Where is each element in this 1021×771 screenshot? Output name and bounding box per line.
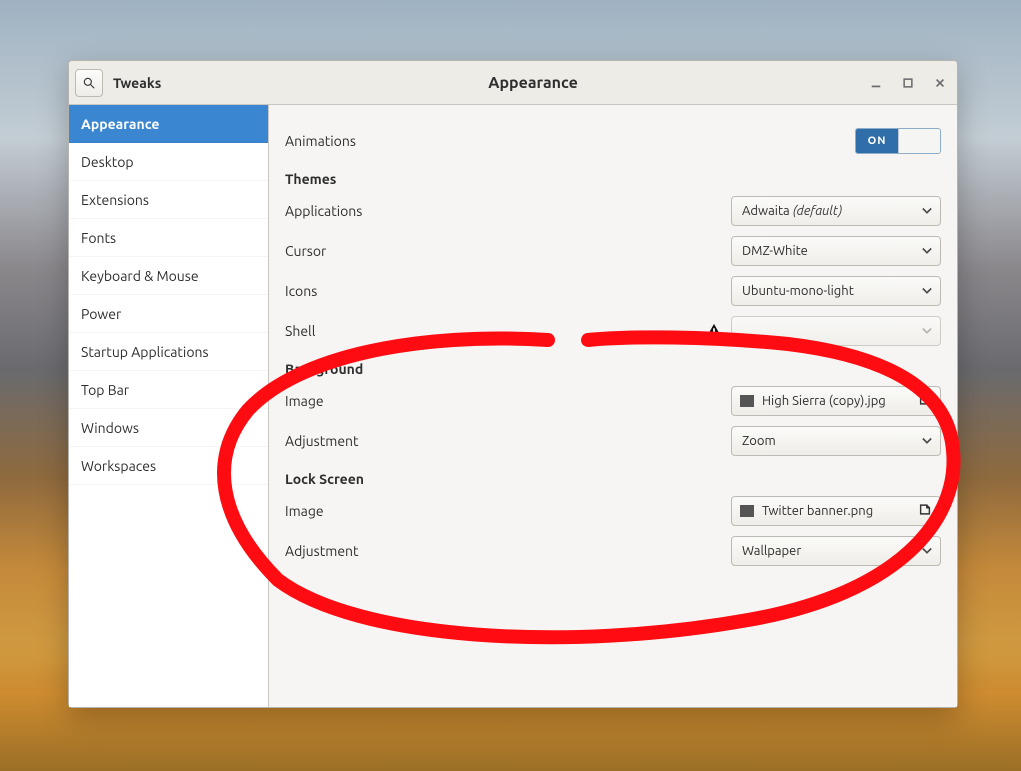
row-background-image: Image High Sierra (copy).jpg [285,381,941,421]
sidebar-item-startup-applications[interactable]: Startup Applications [69,333,268,371]
row-animations: Animations ON [285,121,941,161]
warning-icon [705,323,723,339]
sidebar-item-label: Desktop [81,154,134,170]
sidebar-item-desktop[interactable]: Desktop [69,143,268,181]
lockscreen-adjustment-dropdown[interactable]: Wallpaper [731,536,941,566]
sidebar-item-label: Top Bar [81,382,129,398]
row-label: Cursor [285,243,326,259]
titlebar: Tweaks Appearance [69,61,957,105]
sidebar-item-fonts[interactable]: Fonts [69,219,268,257]
dropdown-value: Ubuntu-mono-light [742,284,854,298]
lockscreen-image-chooser[interactable]: Twitter banner.png [731,496,941,526]
background-image-chooser[interactable]: High Sierra (copy).jpg [731,386,941,416]
sidebar-item-windows[interactable]: Windows [69,409,268,447]
toggle-on-label: ON [856,129,898,153]
chevron-down-icon [922,544,932,558]
sidebar-item-label: Startup Applications [81,344,209,360]
dropdown-value: Wallpaper [742,544,801,558]
chevron-down-icon [922,324,932,338]
search-button[interactable] [75,69,103,97]
row-label: Animations [285,133,356,149]
chevron-down-icon [922,204,932,218]
sidebar-item-power[interactable]: Power [69,295,268,333]
dropdown-value: DMZ-White [742,244,808,258]
document-open-icon [918,503,932,520]
row-label: Icons [285,283,317,299]
row-background-adjustment: Adjustment Zoom [285,421,941,461]
section-lockscreen: Lock Screen [285,461,941,491]
sidebar-item-extensions[interactable]: Extensions [69,181,268,219]
sidebar-item-label: Keyboard & Mouse [81,268,199,284]
sidebar-item-label: Fonts [81,230,116,246]
image-icon [740,505,754,517]
sidebar-item-workspaces[interactable]: Workspaces [69,447,268,485]
chevron-down-icon [922,434,932,448]
chevron-down-icon [922,284,932,298]
sidebar-item-label: Workspaces [81,458,156,474]
animations-toggle[interactable]: ON [855,128,941,154]
image-icon [740,395,754,407]
sidebar-item-label: Power [81,306,121,322]
row-lockscreen-image: Image Twitter banner.png [285,491,941,531]
row-icons: Icons Ubuntu-mono-light [285,271,941,311]
sidebar-item-label: Windows [81,420,139,436]
background-adjustment-dropdown[interactable]: Zoom [731,426,941,456]
row-label: Image [285,393,324,409]
row-applications: Applications Adwaita (default) [285,191,941,231]
cursor-dropdown[interactable]: DMZ-White [731,236,941,266]
tweaks-window: Tweaks Appearance Appearance Desktop Ext… [68,60,958,708]
toggle-knob [898,129,940,153]
document-open-icon [918,393,932,410]
file-name: Twitter banner.png [762,504,873,518]
row-label: Applications [285,203,362,219]
row-label: Shell [285,323,315,339]
default-suffix: (default) [793,204,843,218]
minimize-button[interactable] [869,76,883,90]
row-label: Adjustment [285,433,359,449]
appearance-pane: Animations ON Themes Applications Adwait… [269,105,957,707]
sidebar-item-top-bar[interactable]: Top Bar [69,371,268,409]
window-controls [797,76,957,90]
content: Appearance Desktop Extensions Fonts Keyb… [69,105,957,707]
search-icon [82,76,96,90]
row-label: Adjustment [285,543,359,559]
row-label: Image [285,503,324,519]
shell-dropdown[interactable] [731,316,941,346]
row-shell: Shell [285,311,941,351]
applications-dropdown[interactable]: Adwaita (default) [731,196,941,226]
section-background: Background [285,351,941,381]
sidebar-item-label: Extensions [81,192,149,208]
dropdown-value: Adwaita [742,204,790,218]
row-cursor: Cursor DMZ-White [285,231,941,271]
sidebar-item-label: Appearance [81,116,159,132]
chevron-down-icon [922,244,932,258]
icons-dropdown[interactable]: Ubuntu-mono-light [731,276,941,306]
sidebar-item-appearance[interactable]: Appearance [69,105,268,143]
maximize-button[interactable] [901,76,915,90]
sidebar: Appearance Desktop Extensions Fonts Keyb… [69,105,269,707]
titlebar-left: Tweaks [69,69,269,97]
page-title: Appearance [269,74,797,92]
close-button[interactable] [933,76,947,90]
sidebar-item-keyboard-mouse[interactable]: Keyboard & Mouse [69,257,268,295]
file-name: High Sierra (copy).jpg [762,394,886,408]
dropdown-value: Zoom [742,434,776,448]
row-lockscreen-adjustment: Adjustment Wallpaper [285,531,941,571]
section-themes: Themes [285,161,941,191]
app-title: Tweaks [113,75,161,91]
